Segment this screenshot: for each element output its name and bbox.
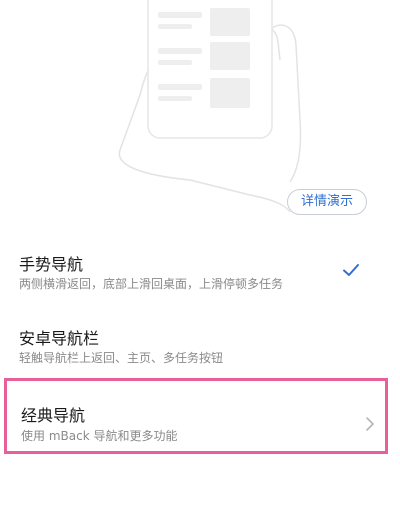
option-android-navigation-bar[interactable]: 安卓导航栏 轻触导航栏上返回、主页、多任务按钮 (0, 321, 400, 385)
option-gesture-navigation[interactable]: 手势导航 两侧横滑返回，底部上滑回桌面，上滑停顿多任务 (0, 247, 400, 311)
option-description: 使用 mBack 导航和更多功能 (21, 429, 178, 443)
option-title: 经典导航 (21, 406, 86, 425)
phone-in-hand-illustration (118, 0, 302, 213)
option-description: 轻触导航栏上返回、主页、多任务按钮 (19, 351, 224, 365)
check-icon (343, 264, 359, 276)
option-classic-navigation[interactable]: 经典导航 使用 mBack 导航和更多功能 (0, 394, 400, 458)
option-title: 安卓导航栏 (19, 329, 100, 348)
navigation-settings-page: 详情演示 手势导航 两侧横滑返回，底部上滑回桌面，上滑停顿多任务 安卓导航栏 轻… (0, 0, 400, 512)
chevron-right-icon (366, 417, 374, 431)
option-title: 手势导航 (19, 255, 84, 274)
demo-details-button[interactable]: 详情演示 (287, 189, 367, 215)
option-description: 两侧横滑返回，底部上滑回桌面，上滑停顿多任务 (19, 277, 284, 291)
